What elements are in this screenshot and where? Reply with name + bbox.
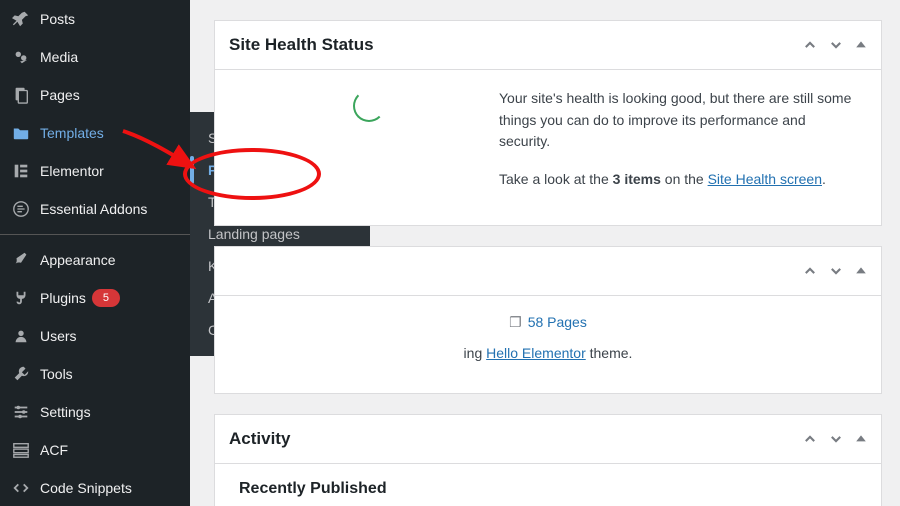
sidebar-item-media[interactable]: Media <box>0 38 190 76</box>
toggle-icon[interactable] <box>855 265 867 277</box>
health-indicator <box>239 88 499 124</box>
box-header: Activity <box>215 415 881 464</box>
health-line2: Take a look at the 3 items on the Site H… <box>499 169 857 191</box>
sidebar-item-pages[interactable]: Pages <box>0 76 190 114</box>
toggle-icon[interactable] <box>855 433 867 445</box>
sidebar-label: Plugins <box>40 290 86 306</box>
pages-link[interactable]: 58 Pages <box>528 314 587 330</box>
sidebar-item-tools[interactable]: Tools <box>0 355 190 393</box>
health-text: Your site's health is looking good, but … <box>499 88 857 207</box>
dashboard-content: Site Health Status Your site's health is… <box>190 0 900 506</box>
box-title: Site Health Status <box>229 35 374 55</box>
sidebar-label: Media <box>40 49 78 65</box>
sidebar-label: Settings <box>40 404 91 420</box>
media-icon <box>10 47 32 67</box>
sidebar-item-plugins[interactable]: Plugins 5 <box>0 279 190 317</box>
spinner-icon <box>353 90 385 122</box>
folder-icon <box>10 123 32 143</box>
box-body: Recently Published 11 July, 5:27 pmGuide… <box>215 464 881 506</box>
sidebar-label: ACF <box>40 442 68 458</box>
theme-line: ing Hello Elementor theme. <box>215 345 881 361</box>
move-up-icon[interactable] <box>803 432 817 446</box>
move-up-icon[interactable] <box>803 38 817 52</box>
sliders-icon <box>10 402 32 422</box>
sidebar-label: Appearance <box>40 252 116 268</box>
activity-subtitle: Recently Published <box>239 480 857 498</box>
sidebar-item-users[interactable]: Users <box>0 317 190 355</box>
sidebar-item-code-snippets[interactable]: Code Snippets <box>0 469 190 506</box>
box-header <box>215 247 881 296</box>
sidebar-label: Tools <box>40 366 73 382</box>
box-controls <box>803 264 867 278</box>
site-health-link[interactable]: Site Health screen <box>708 171 822 187</box>
glance-box: ❐ 58 Pages ing Hello Elementor theme. <box>214 246 882 394</box>
sidebar-label: Users <box>40 328 77 344</box>
fields-icon <box>10 440 32 460</box>
site-health-box: Site Health Status Your site's health is… <box>214 20 882 226</box>
move-up-icon[interactable] <box>803 264 817 278</box>
page-icon <box>10 85 32 105</box>
sidebar-item-acf[interactable]: ACF <box>0 431 190 469</box>
sidebar-item-templates[interactable]: Templates <box>0 114 190 152</box>
move-down-icon[interactable] <box>829 264 843 278</box>
admin-sidebar: Posts Media Pages Templates Elementor Es… <box>0 0 190 506</box>
sidebar-label: Elementor <box>40 163 104 179</box>
move-down-icon[interactable] <box>829 38 843 52</box>
pin-icon <box>10 9 32 29</box>
pages-icon: ❐ <box>509 314 522 330</box>
brush-icon <box>10 250 32 270</box>
sidebar-item-appearance[interactable]: Appearance <box>0 241 190 279</box>
sidebar-separator <box>0 234 190 235</box>
box-body: ❐ 58 Pages ing Hello Elementor theme. <box>215 296 881 393</box>
box-body: Your site's health is looking good, but … <box>215 70 881 225</box>
code-icon <box>10 478 32 498</box>
elementor-icon <box>10 161 32 181</box>
sidebar-item-settings[interactable]: Settings <box>0 393 190 431</box>
sidebar-label: Code Snippets <box>40 480 132 496</box>
sidebar-label: Templates <box>40 125 104 141</box>
sidebar-label: Essential Addons <box>40 201 147 217</box>
sidebar-item-essential-addons[interactable]: Essential Addons <box>0 190 190 228</box>
sidebar-item-elementor[interactable]: Elementor <box>0 152 190 190</box>
user-icon <box>10 326 32 346</box>
box-title: Activity <box>229 429 290 449</box>
plug-icon <box>10 288 32 308</box>
sidebar-label: Posts <box>40 11 75 27</box>
theme-link[interactable]: Hello Elementor <box>486 345 586 361</box>
activity-box: Activity Recently Published 11 July, 5:2… <box>214 414 882 506</box>
sidebar-item-posts[interactable]: Posts <box>0 0 190 38</box>
box-controls <box>803 38 867 52</box>
update-badge: 5 <box>92 289 120 307</box>
essential-addons-icon <box>10 199 32 219</box>
sidebar-label: Pages <box>40 87 80 103</box>
move-down-icon[interactable] <box>829 432 843 446</box>
box-header: Site Health Status <box>215 21 881 70</box>
wrench-icon <box>10 364 32 384</box>
toggle-icon[interactable] <box>855 39 867 51</box>
health-line1: Your site's health is looking good, but … <box>499 88 857 153</box>
box-controls <box>803 432 867 446</box>
